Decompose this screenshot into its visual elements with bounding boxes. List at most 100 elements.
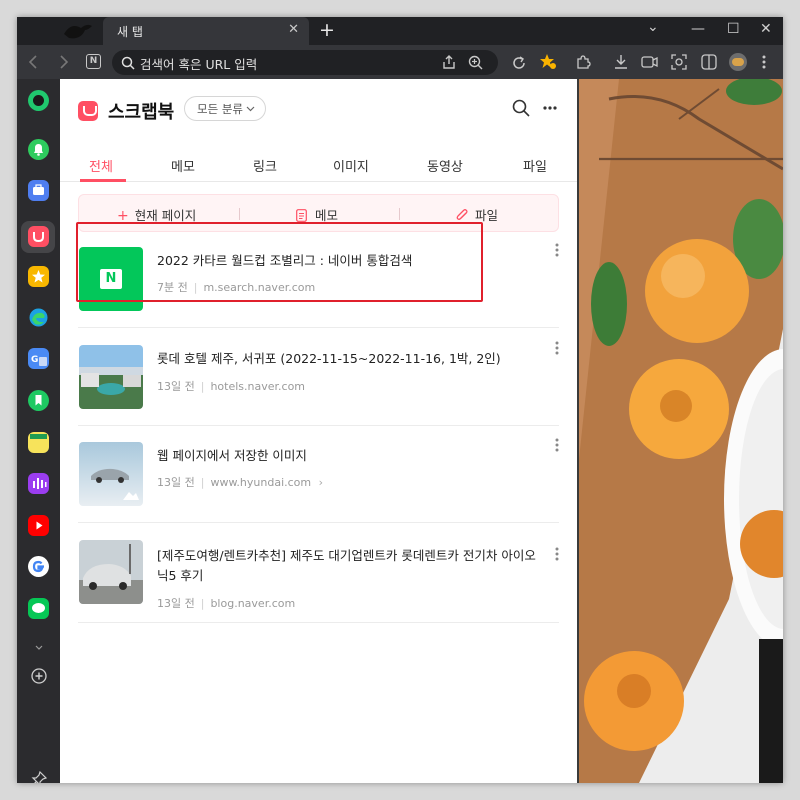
sidebar-item-memo-icon[interactable] bbox=[28, 432, 49, 453]
new-tab-button[interactable]: + bbox=[319, 19, 335, 41]
add-memo-label: 메모 bbox=[315, 208, 339, 223]
minimize-button[interactable]: — bbox=[691, 21, 705, 37]
extension-icon[interactable] bbox=[575, 54, 591, 70]
forward-icon[interactable] bbox=[57, 54, 71, 70]
sidebar-add-icon[interactable] bbox=[31, 668, 47, 684]
scrap-item[interactable]: 롯데 호텔 제주, 서귀포 (2022-11-15~2022-11-16, 1박… bbox=[78, 329, 559, 426]
scrap-item[interactable]: N 2022 카타르 월드컵 조별리그 : 네이버 통합검색 7분 전 | m.se… bbox=[78, 231, 559, 328]
title-bar: 새 탭 ✕ + ⌄ — ☐ ✕ bbox=[17, 17, 783, 45]
close-window-button[interactable]: ✕ bbox=[760, 21, 772, 37]
sidebar-item-naver-bookmark-icon[interactable] bbox=[28, 390, 49, 411]
category-dropdown[interactable]: 모든 분류 bbox=[184, 96, 266, 121]
sidebar-pin-icon[interactable] bbox=[31, 771, 47, 783]
whale-logo-icon bbox=[64, 24, 92, 39]
item-meta: 7분 전 | m.search.naver.com bbox=[157, 281, 316, 294]
item-source[interactable]: www.hyundai.com bbox=[210, 476, 311, 489]
tab-list-chevron-icon[interactable]: ⌄ bbox=[647, 19, 659, 35]
item-time: 13일 전 bbox=[157, 597, 195, 610]
hotel-photo-thumbnail bbox=[79, 345, 143, 409]
share-icon[interactable] bbox=[442, 55, 456, 70]
browser-tab[interactable]: 새 탭 ✕ bbox=[103, 17, 309, 45]
reload-icon[interactable] bbox=[511, 55, 527, 71]
bookmark-star-icon[interactable] bbox=[539, 53, 557, 71]
active-tab-underline bbox=[80, 179, 126, 182]
sidebar-item-music-icon[interactable] bbox=[28, 473, 49, 494]
category-tabs: 전체 메모 링크 이미지 동영상 파일 bbox=[60, 134, 577, 182]
plus-icon: + bbox=[117, 208, 129, 224]
sidebar-item-alarm-icon[interactable] bbox=[28, 139, 49, 160]
panel-title: 스크랩북 bbox=[108, 102, 175, 123]
item-meta: 13일 전 | blog.naver.com bbox=[157, 597, 296, 610]
omnibox[interactable]: 검색어 혹은 URL 입력 bbox=[112, 50, 498, 75]
sidebar-item-translate-icon[interactable]: G bbox=[28, 348, 49, 369]
car-photo-thumbnail bbox=[79, 442, 143, 506]
sidebar: G bbox=[17, 79, 60, 783]
item-meta: 13일 전 | www.hyundai.com › bbox=[157, 476, 324, 489]
search-icon[interactable] bbox=[512, 99, 530, 117]
sidebar-more-chevron-icon[interactable] bbox=[35, 645, 43, 651]
item-title: [제주도여행/렌트카추천] 제주도 대기업렌트카 롯데렌트카 전기차 아이오닉5… bbox=[157, 548, 536, 583]
add-file-button[interactable]: 파일 bbox=[455, 205, 498, 224]
search-icon bbox=[121, 56, 135, 70]
sidebar-item-line-icon[interactable] bbox=[28, 598, 49, 619]
item-time: 13일 전 bbox=[157, 380, 195, 393]
category-label: 모든 분류 bbox=[197, 102, 243, 116]
chevron-right-icon[interactable]: › bbox=[319, 476, 323, 489]
item-more-icon[interactable] bbox=[555, 547, 559, 561]
background-photo bbox=[579, 79, 783, 783]
scrap-item[interactable]: [제주도여행/렌트카추천] 제주도 대기업렌트카 롯데렌트카 전기차 아이오닉5… bbox=[78, 524, 559, 623]
divider bbox=[239, 208, 240, 220]
tab-memo[interactable]: 메모 bbox=[171, 156, 195, 175]
item-title: 웹 페이지에서 저장한 이미지 bbox=[157, 448, 307, 463]
split-view-icon[interactable] bbox=[701, 54, 717, 70]
omnibox-placeholder: 검색어 혹은 URL 입력 bbox=[140, 57, 258, 72]
more-options-icon[interactable] bbox=[543, 106, 557, 110]
tab-close-icon[interactable]: ✕ bbox=[288, 22, 299, 37]
tab-link[interactable]: 링크 bbox=[253, 156, 277, 175]
item-meta: 13일 전 | hotels.naver.com bbox=[157, 380, 306, 393]
tab-file[interactable]: 파일 bbox=[523, 156, 547, 175]
zoom-icon[interactable] bbox=[468, 55, 483, 70]
add-file-label: 파일 bbox=[475, 208, 499, 223]
item-title: 2022 카타르 월드컵 조별리그 : 네이버 통합검색 bbox=[157, 253, 413, 268]
tab-all[interactable]: 전체 bbox=[89, 156, 113, 175]
item-more-icon[interactable] bbox=[555, 243, 559, 257]
item-source: hotels.naver.com bbox=[210, 380, 306, 393]
add-memo-button[interactable]: 메모 bbox=[296, 205, 338, 224]
sidebar-item-edge-icon[interactable] bbox=[28, 307, 49, 328]
item-source: blog.naver.com bbox=[210, 597, 296, 610]
sidebar-item-briefcase-icon[interactable] bbox=[28, 180, 49, 201]
svg-text:G: G bbox=[31, 355, 38, 365]
scrapbook-logo-icon bbox=[78, 101, 98, 121]
menu-kebab-icon[interactable] bbox=[761, 54, 767, 70]
item-time: 13일 전 bbox=[157, 476, 195, 489]
tab-title: 새 탭 bbox=[117, 25, 143, 39]
item-more-icon[interactable] bbox=[555, 438, 559, 452]
sidebar-item-scrapbook-icon[interactable] bbox=[28, 226, 49, 247]
item-source: m.search.naver.com bbox=[203, 281, 316, 294]
profile-avatar[interactable] bbox=[729, 53, 747, 71]
sidebar-item-google-icon[interactable] bbox=[28, 556, 49, 577]
back-icon[interactable] bbox=[27, 54, 41, 70]
item-title: 롯데 호텔 제주, 서귀포 (2022-11-15~2022-11-16, 1박… bbox=[157, 351, 501, 366]
sidebar-item-bookmark-star-icon[interactable] bbox=[28, 266, 49, 287]
sidebar-item-youtube-icon[interactable] bbox=[28, 515, 49, 536]
divider bbox=[78, 327, 559, 328]
naver-logo-thumbnail: N bbox=[79, 247, 143, 311]
home-n-icon[interactable]: N bbox=[86, 54, 101, 69]
memo-icon bbox=[296, 209, 307, 222]
maximize-button[interactable]: ☐ bbox=[727, 21, 740, 37]
add-current-page-button[interactable]: + 현재 페이지 bbox=[117, 205, 196, 224]
quick-add-bar: + 현재 페이지 메모 파일 bbox=[78, 194, 559, 232]
download-icon[interactable] bbox=[613, 54, 629, 70]
item-time: 7분 전 bbox=[157, 281, 188, 294]
item-more-icon[interactable] bbox=[555, 341, 559, 355]
screenshot-icon[interactable] bbox=[671, 54, 687, 70]
scrap-item[interactable]: 웹 페이지에서 저장한 이미지 13일 전 | www.hyundai.com › bbox=[78, 426, 559, 523]
divider bbox=[78, 522, 559, 523]
tab-video[interactable]: 동영상 bbox=[427, 156, 463, 175]
video-capture-icon[interactable] bbox=[641, 54, 659, 70]
sidebar-item-whale-icon[interactable] bbox=[28, 90, 49, 111]
tab-image[interactable]: 이미지 bbox=[333, 156, 369, 175]
scrapbook-panel: 스크랩북 모든 분류 전체 메모 링크 이미지 동영상 파일 + 현재 페이지 메… bbox=[60, 79, 577, 783]
